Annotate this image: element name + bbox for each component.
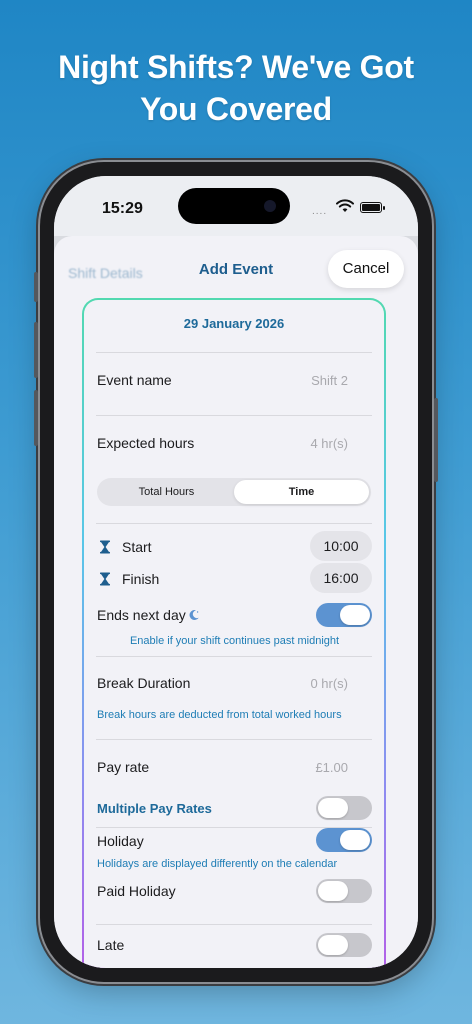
break-duration-label: Break Duration	[97, 675, 191, 691]
phone-screen: 15:29 .... Shift Details Add Event Cance…	[54, 176, 418, 968]
promo-headline: Night Shifts? We've Got You Covered	[0, 46, 472, 130]
holiday-label: Holiday	[97, 833, 144, 849]
divider	[96, 656, 372, 657]
toggle-knob	[318, 935, 348, 955]
expected-hours-input[interactable]: 4 hr(s)	[310, 436, 348, 451]
toggle-knob	[340, 605, 370, 625]
ends-next-day-hint: Enable if your shift continues past midn…	[129, 635, 340, 647]
event-date[interactable]: 29 January 2026	[84, 316, 384, 331]
multiple-pay-rates-toggle[interactable]	[316, 796, 372, 820]
divider	[96, 352, 372, 353]
divider	[96, 739, 372, 740]
pay-rate-label: Pay rate	[97, 759, 150, 775]
late-label: Late	[97, 937, 125, 953]
dynamic-island	[178, 188, 290, 224]
wifi-icon	[336, 199, 354, 212]
break-duration-hint: Break hours are deducted from total work…	[97, 709, 342, 721]
signal-icon: ....	[312, 206, 328, 217]
cancel-button[interactable]: Cancel	[328, 250, 404, 288]
hourglass-icon	[100, 540, 110, 554]
event-form: 29 January 2026 Event name Shift 2 Expec…	[84, 300, 384, 968]
segment-time[interactable]: Time	[234, 480, 369, 504]
paid-holiday-toggle[interactable]	[316, 879, 372, 903]
volume-down-button	[34, 390, 38, 446]
phone-frame: 15:29 .... Shift Details Add Event Cance…	[34, 162, 438, 982]
start-time-picker[interactable]: 10:00	[310, 531, 372, 561]
ends-next-day-label: Ends next day	[97, 607, 186, 623]
start-label: Start	[122, 539, 152, 555]
volume-up-button	[34, 322, 38, 378]
finish-label: Finish	[122, 571, 160, 587]
paid-holiday-label: Paid Holiday	[97, 883, 176, 899]
expected-hours-label: Expected hours	[97, 435, 195, 451]
mute-switch	[34, 272, 38, 302]
hourglass-icon	[100, 572, 110, 586]
late-toggle[interactable]	[316, 933, 372, 957]
holiday-hint: Holidays are displayed differently on th…	[97, 858, 338, 870]
mode-segmented-control: Total Hours Time	[97, 478, 371, 506]
event-name-label: Event name	[97, 372, 172, 388]
toggle-knob	[318, 881, 348, 901]
battery-icon	[360, 202, 385, 213]
status-bar: 15:29 ....	[54, 176, 418, 236]
moon-icon	[189, 609, 199, 620]
holiday-toggle[interactable]	[316, 828, 372, 852]
event-form-card: 29 January 2026 Event name Shift 2 Expec…	[82, 298, 386, 968]
finish-time-picker[interactable]: 16:00	[310, 563, 372, 593]
add-event-sheet: Shift Details Add Event Cancel 29 Januar…	[54, 236, 418, 968]
headline-line-2: You Covered	[140, 91, 332, 127]
ends-next-day-toggle[interactable]	[316, 603, 372, 627]
multiple-pay-rates-label: Multiple Pay Rates	[97, 801, 212, 816]
toggle-knob	[318, 798, 348, 818]
nav-bar: Shift Details Add Event Cancel	[54, 236, 418, 294]
divider	[96, 523, 372, 524]
event-name-input[interactable]: Shift 2	[311, 373, 348, 388]
status-time: 15:29	[102, 200, 143, 217]
headline-line-1: Night Shifts? We've Got	[58, 49, 414, 85]
power-button	[434, 398, 438, 482]
break-duration-input[interactable]: 0 hr(s)	[310, 676, 348, 691]
segment-total-hours[interactable]: Total Hours	[99, 480, 234, 504]
divider	[96, 415, 372, 416]
toggle-knob	[340, 830, 370, 850]
divider	[96, 924, 372, 925]
pay-rate-input[interactable]: £1.00	[315, 760, 348, 775]
camera-icon	[264, 200, 276, 212]
